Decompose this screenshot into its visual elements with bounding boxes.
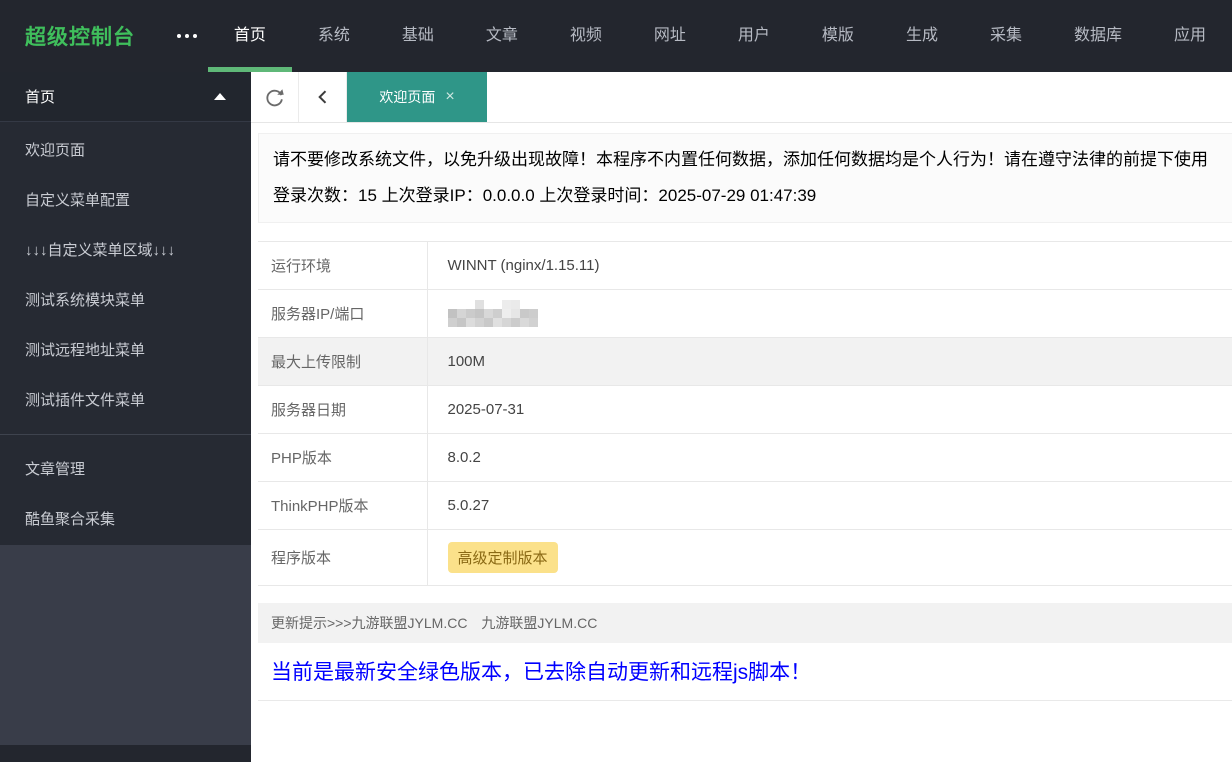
- sidebar-item-group: 文章管理 酷鱼聚合采集: [0, 441, 251, 545]
- row-value: 8.0.2: [427, 433, 1232, 482]
- table-row: PHP版本 8.0.2: [258, 433, 1232, 482]
- row-value: 高级定制版本: [427, 529, 1232, 586]
- sidebar-item[interactable]: 测试系统模块菜单: [0, 276, 251, 326]
- tab-label: 欢迎页面: [379, 89, 436, 105]
- chevron-left-icon: [317, 90, 326, 104]
- sidebar-item[interactable]: 文章管理: [0, 445, 251, 495]
- notice-line-2: 登录次数：15 上次登录IP：0.0.0.0 上次登录时间：2025-07-29…: [273, 186, 817, 205]
- collapse-arrow-icon: [214, 93, 226, 100]
- refresh-icon: [265, 89, 284, 107]
- nav-item-label: 网址: [653, 27, 686, 44]
- notice-line-1: 请不要修改系统文件，以免升级出现故障！本程序不内置任何数据，添加任何数据均是个人…: [273, 150, 1208, 169]
- sidebar-item[interactable]: ↓↓↓自定义菜单区域↓↓↓: [0, 226, 251, 276]
- sidebar-group-header[interactable]: 首页: [0, 72, 251, 122]
- redacted-ip-mosaic: [447, 300, 538, 327]
- table-row: 服务器IP/端口: [258, 289, 1232, 338]
- nav-item-5[interactable]: 网址: [628, 0, 712, 72]
- row-value: 2025-07-31: [427, 385, 1232, 434]
- app-logo: 超级控制台: [0, 0, 167, 72]
- row-label: PHP版本: [258, 433, 428, 482]
- admin-console-app: 超级控制台 首页 系统 基础 文章 视频 网址 用户 模版 生成 采集 数据库 应用 首页 欢迎页面 自定…: [0, 0, 1232, 762]
- sidebar-item[interactable]: 测试插件文件菜单: [0, 376, 251, 426]
- refresh-tab-button[interactable]: [251, 72, 299, 122]
- sidebar-item-group: 欢迎页面 自定义菜单配置 ↓↓↓自定义菜单区域↓↓↓ 测试系统模块菜单 测试远程地址菜单…: [0, 122, 251, 426]
- sidebar-item[interactable]: 欢迎页面: [0, 126, 251, 176]
- mosaic-pixels: [447, 309, 457, 318]
- nav-item-label: 模版: [821, 27, 854, 44]
- nav-item-1[interactable]: 系统: [292, 0, 376, 72]
- tab-bar: 欢迎页面 ×: [251, 72, 1232, 123]
- tab-welcome-page[interactable]: 欢迎页面 ×: [347, 72, 487, 122]
- sidebar-footer-bar[interactable]: [0, 745, 251, 762]
- main-content: 请不要修改系统文件，以免升级出现故障！本程序不内置任何数据，添加任何数据均是个人…: [251, 123, 1232, 762]
- table-row: 最大上传限制 100M: [258, 337, 1232, 386]
- row-label: 程序版本: [258, 529, 428, 586]
- nav-item-8[interactable]: 生成: [880, 0, 964, 72]
- version-notice: 当前是最新安全绿色版本，已去除自动更新和远程js脚本！: [258, 643, 1232, 701]
- table-row: 服务器日期 2025-07-31: [258, 385, 1232, 434]
- row-label: 服务器日期: [258, 385, 428, 434]
- sidebar: 首页欢迎页面 自定义菜单配置 ↓↓↓自定义菜单区域↓↓↓ 测试系统模块菜单 测试远程地址…: [0, 72, 251, 762]
- row-label: ThinkPHP版本: [258, 481, 428, 530]
- system-notice-panel: 请不要修改系统文件，以免升级出现故障！本程序不内置任何数据，添加任何数据均是个人…: [258, 133, 1232, 223]
- nav-item-7[interactable]: 模版: [796, 0, 880, 72]
- sidebar-divider: [0, 434, 251, 435]
- table-row: 程序版本 高级定制版本: [258, 529, 1232, 586]
- nav-item-label: 用户: [737, 27, 770, 44]
- row-value: 100M: [427, 337, 1232, 386]
- row-label: 运行环境: [258, 241, 428, 290]
- nav-item-label: 应用: [1173, 27, 1206, 44]
- tab-close-icon[interactable]: ×: [445, 89, 454, 105]
- row-value: [427, 289, 1232, 338]
- nav-item-9[interactable]: 采集: [964, 0, 1048, 72]
- ellipsis-icon: [193, 34, 198, 38]
- row-label: 服务器IP/端口: [258, 289, 428, 338]
- nav-item-label: 生成: [905, 27, 938, 44]
- nav-item-label: 系统: [317, 27, 350, 44]
- nav-item-label: 视频: [569, 27, 602, 44]
- nav-item-label: 数据库: [1073, 27, 1122, 44]
- nav-item-2[interactable]: 基础: [376, 0, 460, 72]
- nav-item-3[interactable]: 文章: [460, 0, 544, 72]
- nav-item-label: 文章: [485, 27, 518, 44]
- row-value: 5.0.27: [427, 481, 1232, 530]
- row-label: 最大上传限制: [258, 337, 428, 386]
- nav-item-11[interactable]: 应用: [1148, 0, 1232, 72]
- nav-item-label: 首页: [233, 27, 266, 44]
- nav-item-10[interactable]: 数据库: [1048, 0, 1148, 72]
- table-row: ThinkPHP版本 5.0.27: [258, 481, 1232, 530]
- more-menu-button[interactable]: [167, 0, 208, 72]
- sidebar-item[interactable]: 酷鱼聚合采集: [0, 495, 251, 545]
- app-title: 超级控制台: [25, 26, 135, 49]
- top-header: 超级控制台 首页 系统 基础 文章 视频 网址 用户 模版 生成 采集 数据库 应用: [0, 0, 1232, 72]
- back-tab-button[interactable]: [299, 72, 347, 122]
- version-badge: 高级定制版本: [447, 542, 558, 573]
- version-notice-text: 当前是最新安全绿色版本，已去除自动更新和远程js脚本！: [271, 661, 812, 684]
- top-navigation: 首页 系统 基础 文章 视频 网址 用户 模版 生成 采集 数据库 应用: [207, 0, 1232, 72]
- nav-item-6[interactable]: 用户: [712, 0, 796, 72]
- sidebar-menu: 首页欢迎页面 自定义菜单配置 ↓↓↓自定义菜单区域↓↓↓ 测试系统模块菜单 测试远程地址…: [0, 72, 251, 545]
- nav-item-home[interactable]: 首页: [207, 0, 292, 72]
- sidebar-group-label: 首页: [25, 89, 56, 106]
- ellipsis-icon: [177, 34, 182, 38]
- nav-item-4[interactable]: 视频: [544, 0, 628, 72]
- update-hint-bar: 更新提示>>>九游联盟JYLM.CC 九游联盟JYLM.CC: [258, 603, 1232, 643]
- system-info-table: 运行环境 WINNT (nginx/1.15.11) 服务器IP/端口 最大上传限制 1…: [258, 241, 1232, 586]
- nav-item-label: 采集: [989, 27, 1022, 44]
- sidebar-item[interactable]: 测试远程地址菜单: [0, 326, 251, 376]
- nav-item-label: 基础: [401, 27, 434, 44]
- ellipsis-icon: [185, 34, 190, 38]
- sidebar-item[interactable]: 自定义菜单配置: [0, 176, 251, 226]
- table-row: 运行环境 WINNT (nginx/1.15.11): [258, 241, 1232, 290]
- row-value: WINNT (nginx/1.15.11): [427, 241, 1232, 290]
